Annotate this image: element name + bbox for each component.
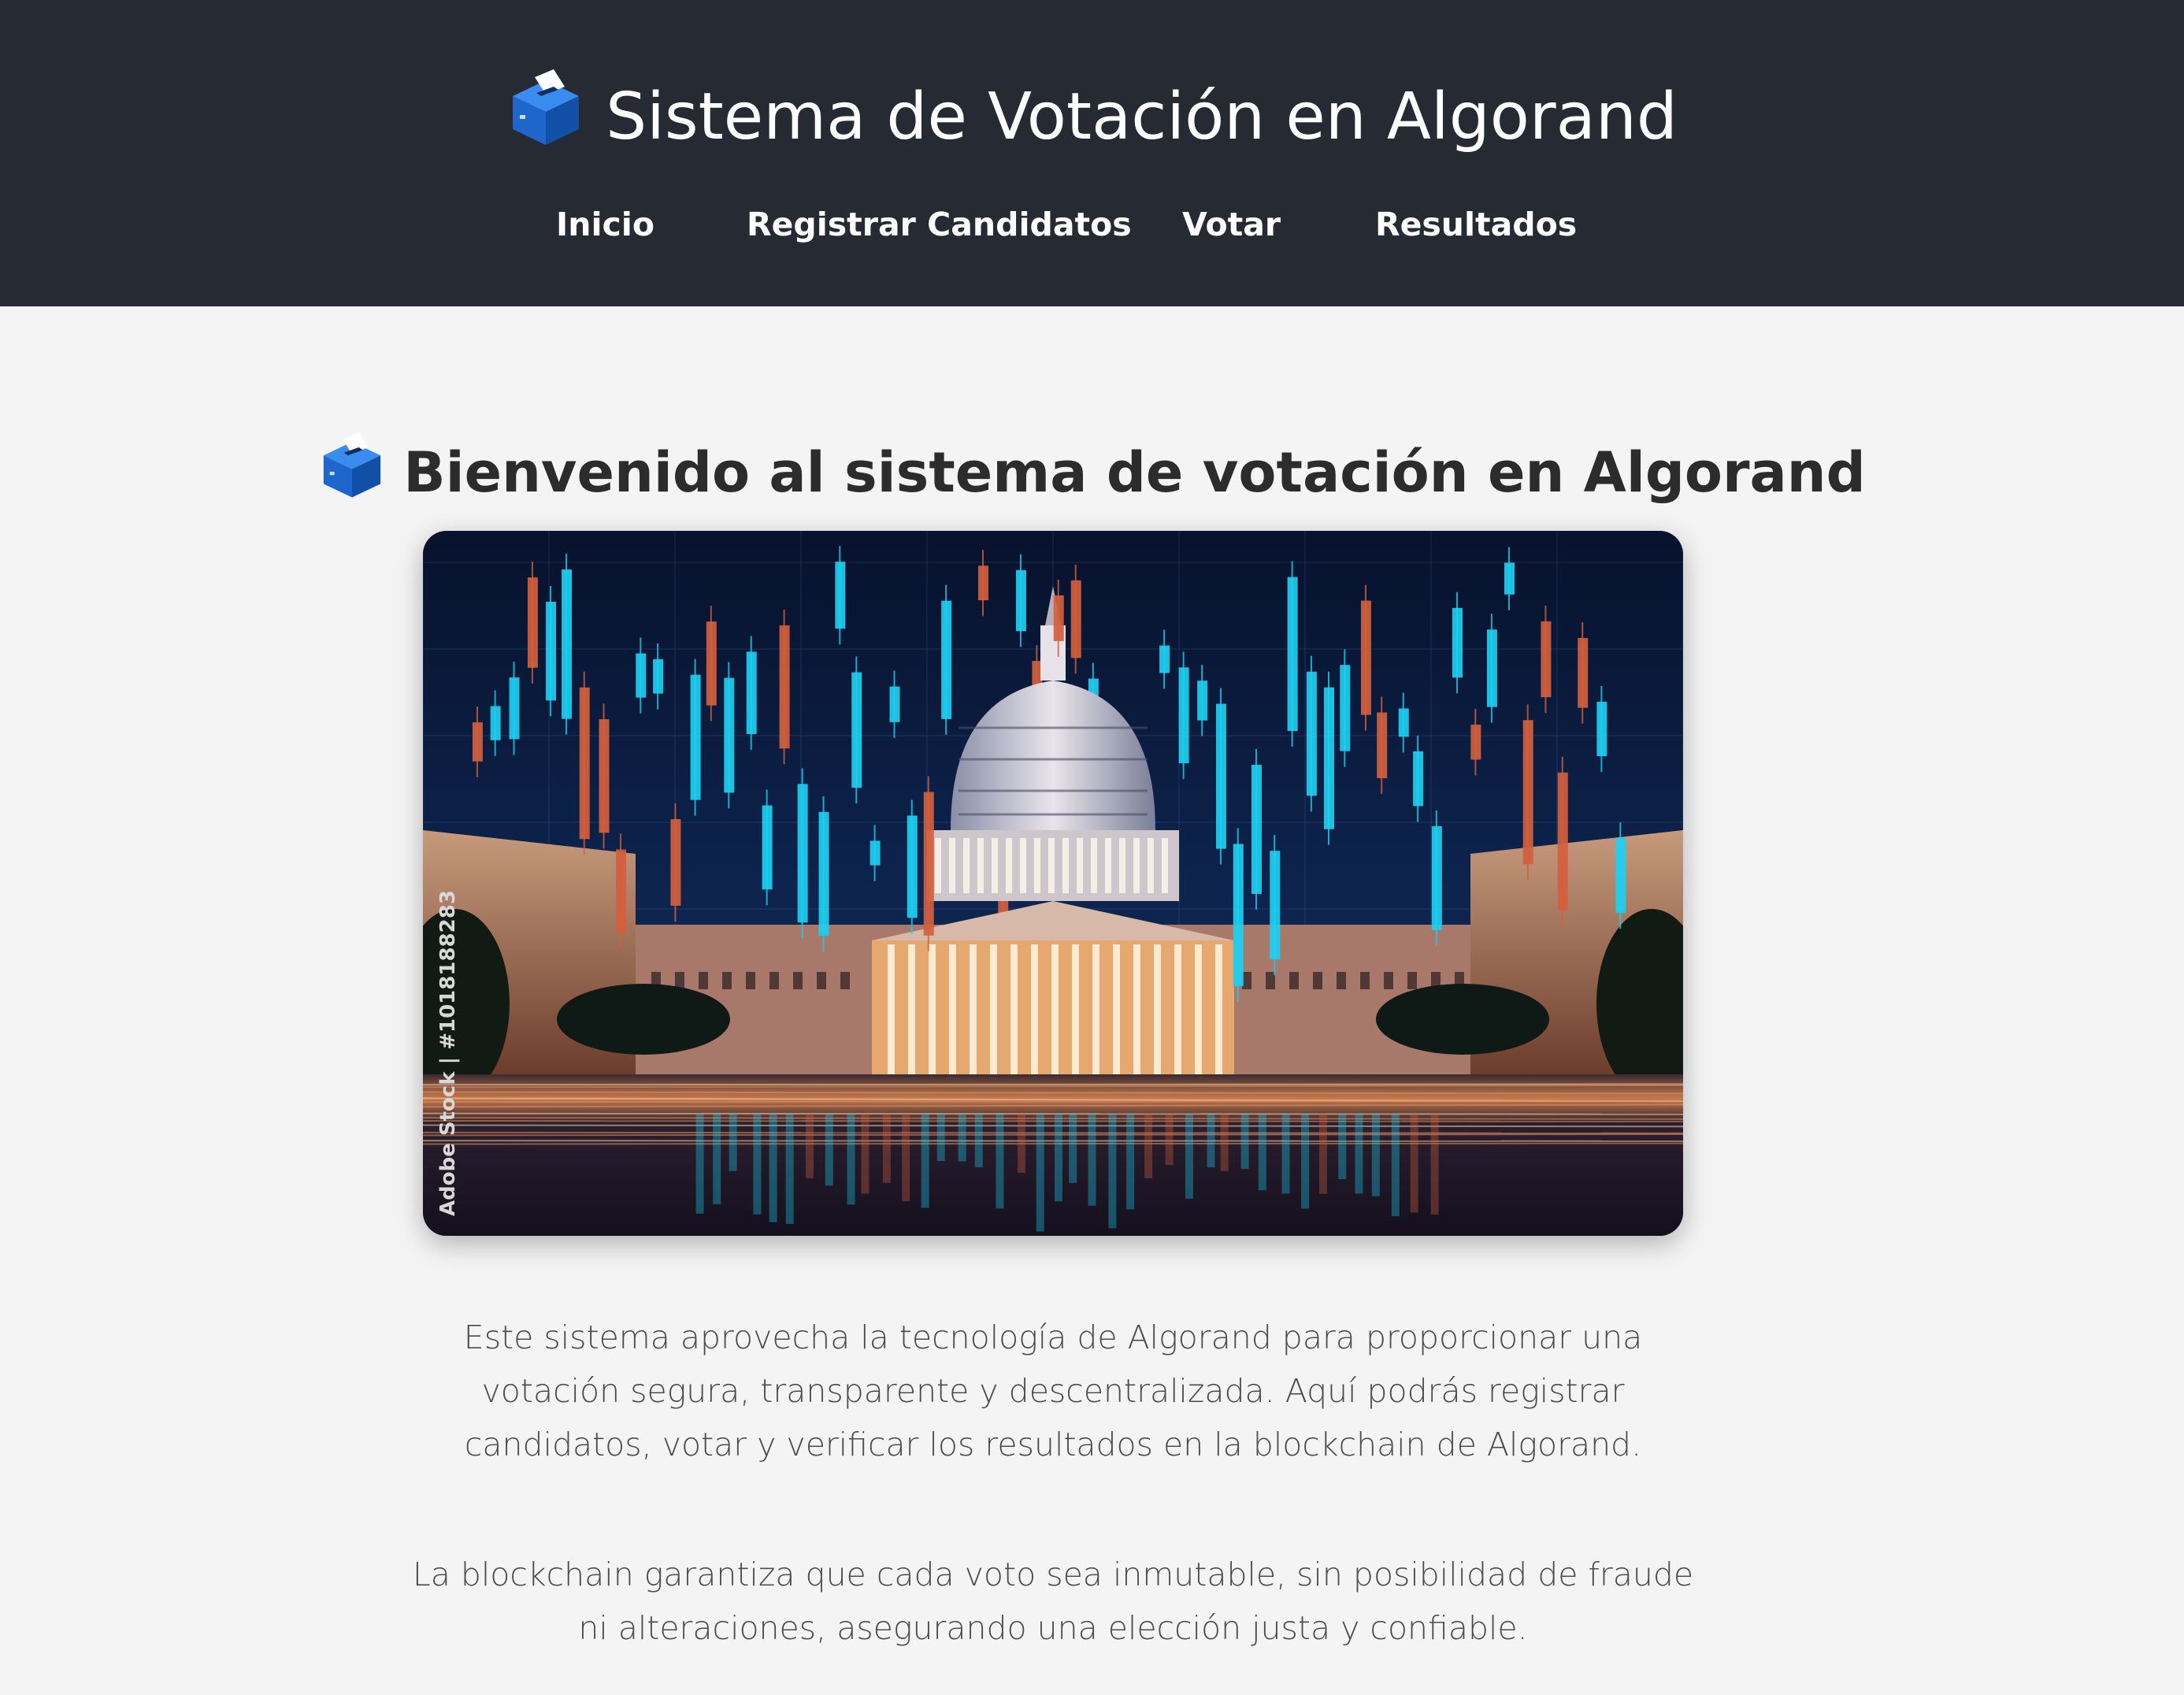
candlestick-bar xyxy=(690,674,701,800)
candlestick-bar xyxy=(907,815,918,918)
candlestick-bar xyxy=(835,562,846,629)
candlestick-bar xyxy=(616,849,627,933)
candlestick-bar xyxy=(978,566,989,601)
nav-inicio[interactable]: Inicio xyxy=(556,197,654,252)
candlestick-bar xyxy=(1578,638,1589,708)
candlestick-bar xyxy=(941,600,952,719)
candlestick-bar xyxy=(1159,645,1170,673)
candlestick-bar xyxy=(746,651,757,734)
candlestick-bar xyxy=(870,840,881,866)
candlestick-bar xyxy=(527,577,538,668)
candlestick-bar xyxy=(1522,720,1533,865)
candlestick-bar xyxy=(923,792,934,936)
app-title-text: Sistema de Votación en Algorand xyxy=(606,79,1678,154)
app-title: Sistema de Votación en Algorand xyxy=(0,69,2184,164)
candlestick-bar xyxy=(818,811,829,937)
nav-registrar-candidatos[interactable]: Registrar Candidatos xyxy=(747,197,1132,252)
candlestick-bar xyxy=(579,687,590,840)
candlestick-bar xyxy=(599,719,610,833)
candlestick-bar xyxy=(546,602,557,701)
candlestick-bar xyxy=(1596,701,1607,757)
candlestick-bar xyxy=(1452,607,1463,678)
site-header: Sistema de Votación en Algorand Inicio R… xyxy=(0,0,2184,306)
candlestick-bar xyxy=(1197,681,1208,721)
candlestick-bar xyxy=(1178,667,1189,764)
candlestick-bar xyxy=(1398,708,1409,737)
ballot-box-icon xyxy=(506,69,585,164)
candlestick-bar xyxy=(509,677,520,740)
candlestick-bar xyxy=(762,805,773,890)
candlestick-bar xyxy=(724,677,735,793)
candlestick-bar xyxy=(1306,671,1317,796)
candlestick-bar xyxy=(1215,703,1226,849)
candlestick-bar xyxy=(1360,600,1371,715)
candlestick-bar xyxy=(490,706,501,740)
candlestick-bar xyxy=(1413,751,1424,807)
candlestick-bar xyxy=(1541,621,1552,698)
candlestick-bar xyxy=(1340,665,1351,751)
candlestick-bar xyxy=(636,653,647,698)
main-nav: Inicio Registrar Candidatos Votar Result… xyxy=(0,197,2184,252)
candlestick-bar xyxy=(1287,577,1298,732)
candlestick-bar xyxy=(1615,838,1626,914)
blockchain-paragraph: La blockchain garantiza que cada voto se… xyxy=(412,1556,1694,1647)
candlestick-bar xyxy=(851,672,862,788)
candlestick-bar xyxy=(1377,712,1388,779)
candlestick-bar xyxy=(653,659,664,694)
candlestick-bar xyxy=(1233,844,1244,987)
nav-resultados[interactable]: Resultados xyxy=(1375,197,1577,252)
candlestick-bar xyxy=(1557,772,1568,911)
candlestick-bar xyxy=(472,722,483,762)
candlestick-bar xyxy=(1270,851,1281,960)
page-heading-text: Bienvenido al sistema de votación en Alg… xyxy=(403,440,1866,505)
candlestick-bar xyxy=(562,569,573,719)
candlestick-bar xyxy=(797,784,808,923)
nav-votar[interactable]: Votar xyxy=(1182,197,1281,252)
candlestick-bar xyxy=(1324,687,1335,829)
candlestick-bar xyxy=(670,818,681,906)
candlestick-bar xyxy=(1015,569,1026,632)
intro-paragraph: Este sistema aprovecha la tecnología de … xyxy=(463,1319,1643,1463)
candlestick-bar xyxy=(1251,765,1262,894)
candlestick-bar xyxy=(706,621,717,706)
hero-image: Adobe Stock | #1018188283 xyxy=(423,531,1683,1236)
candlestick-bar xyxy=(1486,629,1497,707)
candlestick-bar xyxy=(1070,580,1081,658)
candlestick-bar xyxy=(779,625,790,749)
page-heading: Bienvenido al sistema de votación en Alg… xyxy=(0,429,2184,516)
candlestick-bar xyxy=(1504,562,1515,595)
candlestick-bar xyxy=(889,686,900,722)
ballot-box-icon xyxy=(318,432,386,514)
candlestick-bar xyxy=(1431,825,1442,930)
candlestick-bar xyxy=(1470,724,1481,760)
candlestick-bar xyxy=(1053,595,1064,641)
watermark-text: Adobe Stock | #1018188283 xyxy=(436,890,460,1216)
